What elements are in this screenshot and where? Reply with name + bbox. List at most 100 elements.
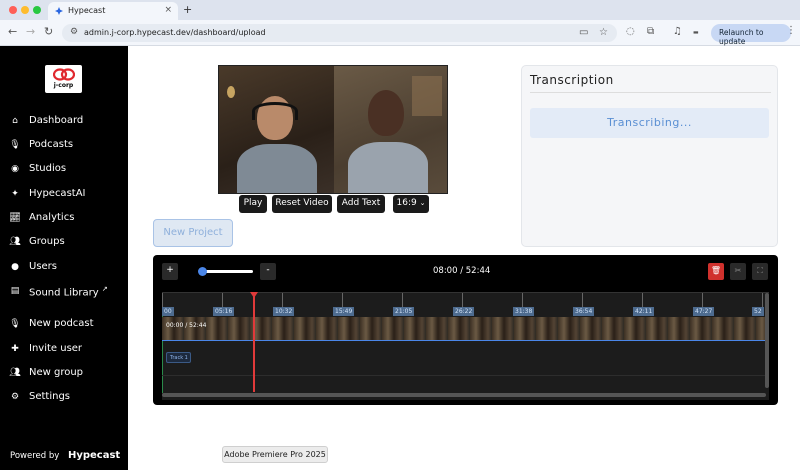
relaunch-button[interactable]: Relaunch to update (711, 24, 791, 46)
sidebar-item-label: Sound Library ↗ (29, 285, 108, 298)
ruler-label: 05:16 (213, 307, 235, 316)
back-icon[interactable]: ← (8, 25, 17, 38)
sidebar-item-podcasts[interactable]: 🎙︎ Podcasts (0, 137, 128, 155)
sidebar-item-label: Invite user (29, 343, 83, 354)
sidebar-item-groups[interactable]: 👥︎ Groups (0, 234, 128, 252)
extension-icon[interactable]: ◌ (626, 26, 635, 37)
ruler-tick (162, 293, 163, 307)
sidebar-item-label: Dashboard (29, 115, 84, 126)
sidebar-item-studios[interactable]: ◉ Studios (0, 161, 128, 179)
powered-by-text: Powered by (10, 451, 60, 461)
powered-by-brand: Hypecast (67, 450, 121, 461)
play-button[interactable]: Play (239, 195, 267, 213)
ruler-label: 31:38 (513, 307, 535, 316)
vertical-scrollbar[interactable] (765, 293, 769, 388)
zoom-in-button[interactable]: + (162, 263, 178, 280)
sidebar-item-label: New podcast (29, 318, 94, 329)
video-right-speaker (334, 66, 447, 193)
add-text-button[interactable]: Add Text (337, 195, 385, 213)
ruler-tick (342, 293, 343, 307)
sparkle-icon: ✦ (11, 189, 19, 199)
split-button[interactable]: ✂ (730, 263, 746, 280)
minimize-window-button[interactable] (21, 6, 29, 14)
chart-icon: 📈︎ (9, 213, 21, 223)
zoom-slider-handle[interactable] (198, 267, 207, 276)
sound-library-text: Sound Library (29, 287, 99, 299)
ruler-tick (522, 293, 523, 307)
add-user-icon: ✚ (11, 344, 19, 354)
ruler-label: 47:27 (693, 307, 715, 316)
sidebar-item-users[interactable]: ● Users (0, 259, 128, 277)
address-bar[interactable]: ⚙ admin.j-corp.hypecast.dev/dashboard/up… (62, 24, 617, 42)
ruler-tick (762, 293, 763, 307)
reload-icon[interactable]: ↻ (44, 25, 53, 38)
timeline-editor: + - 08:00 / 52:44 🗑︎ ✂ ⛶ 00 05:16 10:32 15:… (153, 255, 778, 405)
sidebar-item-sound-library[interactable]: ▤ Sound Library ↗ (0, 283, 128, 301)
reset-video-button[interactable]: Reset Video (272, 195, 332, 213)
aspect-ratio-select[interactable]: 16:9 ⌄ (393, 195, 429, 213)
ruler-tick (462, 293, 463, 307)
sidebar-item-dashboard[interactable]: ⌂ Dashboard (0, 113, 128, 131)
ruler-label: 26:22 (453, 307, 475, 316)
transcription-title: Transcription (530, 73, 614, 87)
fullscreen-button[interactable]: ⛶ (752, 263, 768, 280)
site-settings-icon[interactable]: ⚙ (70, 27, 78, 37)
ruler-tick (222, 293, 223, 307)
zoom-out-button[interactable]: - (260, 263, 276, 280)
puzzle-icon[interactable]: ⧉ (647, 26, 654, 37)
cast-icon[interactable]: ▭ (579, 27, 588, 38)
sidebar-action-new-podcast[interactable]: 🎙︎ New podcast (0, 316, 128, 334)
sidebar-item-label: Podcasts (29, 139, 74, 150)
brand-name: j-corp (53, 82, 74, 89)
ruler-tick (702, 293, 703, 307)
browser-tab-strip: Hypecast × + (0, 0, 800, 20)
user-icon: ● (11, 262, 19, 272)
group-icon: 👥︎ (9, 237, 21, 247)
sidebar-action-new-group[interactable]: 👥︎ New group (0, 365, 128, 383)
forward-icon[interactable]: → (26, 25, 35, 38)
horizontal-scrollbar[interactable] (162, 393, 766, 397)
sidebar-item-hypecastai[interactable]: ✦ HypecastAI (0, 186, 128, 204)
sidebar-action-invite-user[interactable]: ✚ Invite user (0, 341, 128, 359)
track-label[interactable]: Track 1 (166, 352, 191, 363)
close-window-button[interactable] (9, 6, 17, 14)
tab-title: Hypecast (68, 6, 106, 15)
sidebar-item-label: Settings (29, 391, 71, 402)
profile-icon[interactable]: ▬ (693, 29, 699, 36)
sidebar-action-settings[interactable]: ⚙ Settings (0, 389, 128, 407)
j-corp-logo-icon (53, 68, 75, 81)
media-control-icon[interactable]: ♫ (673, 26, 682, 37)
divider (530, 92, 771, 93)
transcription-status: Transcribing... (530, 108, 769, 138)
add-microphone-icon: 🎙︎ (9, 319, 21, 329)
sidebar-item-label: Analytics (29, 212, 75, 223)
timeline-area[interactable]: 00 05:16 10:32 15:49 21:05 26:22 31:38 36:54 42:… (162, 292, 769, 400)
delete-button[interactable]: 🗑︎ (708, 263, 724, 280)
sidebar: j-corp ⌂ Dashboard 🎙︎ Podcasts ◉ Studios… (0, 46, 128, 470)
maximize-window-button[interactable] (33, 6, 41, 14)
new-project-button[interactable]: New Project (153, 219, 233, 247)
chevron-down-icon: ⌄ (419, 199, 426, 207)
video-left-speaker (219, 66, 334, 193)
bookmark-star-icon[interactable]: ☆ (599, 27, 608, 38)
aspect-ratio-value: 16:9 (396, 198, 417, 208)
sidebar-item-label: New group (29, 367, 84, 378)
dock-tooltip: Adobe Premiere Pro 2025 (222, 446, 328, 463)
ruler-tick (282, 293, 283, 307)
powered-by: Powered by Hypecast (10, 450, 120, 461)
new-tab-button[interactable]: + (183, 3, 192, 16)
zoom-slider[interactable] (201, 270, 253, 273)
browser-menu-icon[interactable]: ⋮ (786, 25, 796, 36)
brand-logo[interactable]: j-corp (45, 65, 82, 93)
scissors-icon: ✂ (734, 266, 742, 275)
video-preview[interactable] (218, 65, 448, 194)
ruler-tick (582, 293, 583, 307)
sidebar-item-label: Groups (29, 236, 65, 247)
home-icon: ⌂ (12, 116, 18, 126)
sidebar-item-analytics[interactable]: 📈︎ Analytics (0, 210, 128, 228)
tab-close-icon[interactable]: × (164, 5, 172, 15)
ruler-label: 00 (162, 307, 174, 316)
thumbnail-timecode: 00:00 / 52:44 (166, 322, 207, 329)
browser-tab[interactable]: Hypecast × (48, 2, 178, 20)
playhead[interactable] (253, 293, 255, 392)
